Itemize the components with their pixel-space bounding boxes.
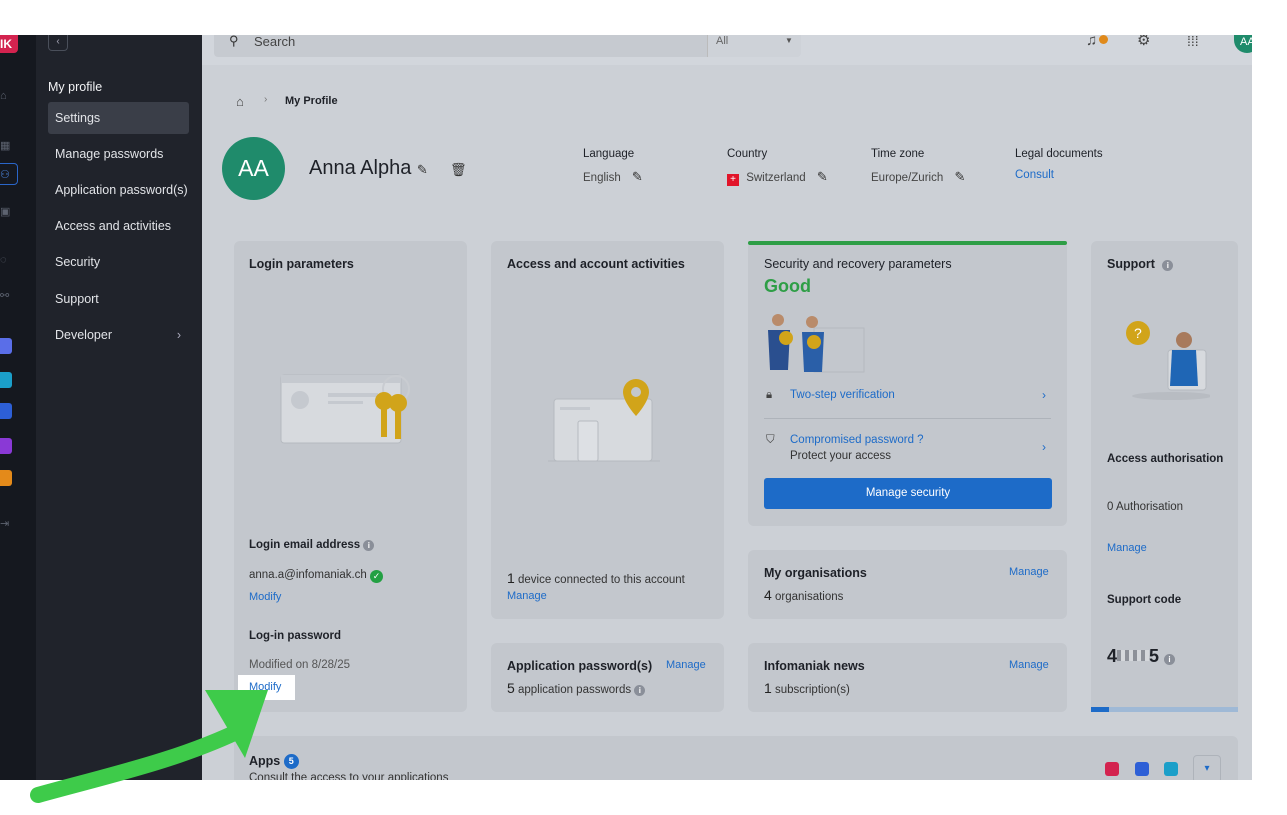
tutorial-arrow-icon (30, 690, 268, 803)
